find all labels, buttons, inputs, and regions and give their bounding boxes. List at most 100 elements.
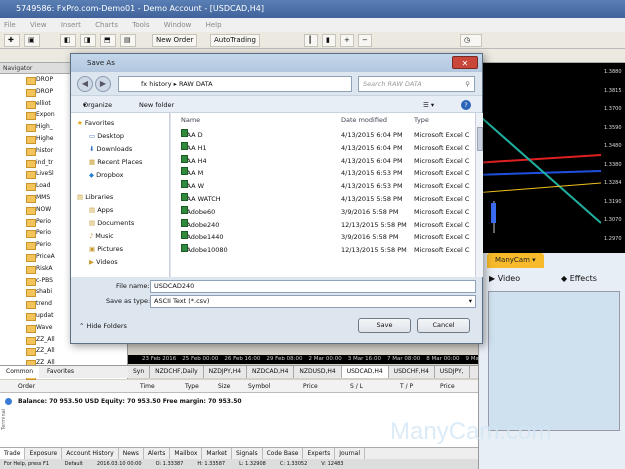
help-icon[interactable]: ? [461,100,471,110]
col-tp[interactable]: T / P [400,380,413,393]
breadcrumb-folder-2[interactable]: RAW DATA [179,80,213,88]
effects-tab[interactable]: ◆ Effects [561,270,597,288]
file-row[interactable]: #Adobe60 3/9/2016 5:58 PM Microsoft Excel … [171,205,471,219]
col-sl[interactable]: S / L [350,380,363,393]
symbol-tab[interactable]: NZDJPY,H4 [204,366,248,378]
menu-view[interactable]: View [30,21,47,29]
tree-favorites[interactable]: ★ Favorites [77,119,114,127]
col-order[interactable]: Order [18,380,35,393]
tree-apps[interactable]: ▤ Apps [89,206,113,214]
col-time[interactable]: Time [140,380,155,393]
tree-music[interactable]: ♪ Music [89,232,114,240]
address-bar[interactable]: fx history ▸ RAW DATA [118,76,352,92]
zoom-in-icon[interactable]: + [340,34,354,47]
video-tab[interactable]: ▶ Video [489,270,520,288]
symbol-tab[interactable]: NZDCHF,Daily [150,366,204,378]
col-name[interactable]: Name [181,113,200,127]
file-row[interactable]: #Adobe1440 3/9/2016 5:58 PM Microsoft Exce… [171,231,471,244]
file-row[interactable]: #AA D 4/13/2015 6:04 PM Microsoft Excel C [171,129,471,142]
menu-help[interactable]: Help [206,21,222,29]
market-watch-icon[interactable]: ◧ [60,34,76,47]
new-chart-icon[interactable]: ✚ [4,34,20,47]
breadcrumb-folder-1[interactable]: fx history [141,80,172,88]
navigator-icon[interactable]: ⬒ [100,34,116,47]
tree-pictures[interactable]: ▣ Pictures [89,245,123,253]
terminal-tab[interactable]: News [119,448,144,459]
terminal-tab[interactable]: Journal [335,448,366,459]
file-row[interactable]: #AA H4 4/13/2015 6:04 PM Microsoft Excel C [171,154,471,168]
col-type[interactable]: Type [185,380,199,393]
symbol-tab[interactable]: USDCAD,H4 [341,366,389,378]
navigator-item[interactable]: ZZ_All [0,345,127,357]
bar-chart-icon[interactable]: ┃ [304,34,318,47]
organize-button[interactable]: Organize ▾ [83,96,112,114]
save-as-type-select[interactable]: ASCII Text (*.csv) ▾ [150,295,476,308]
menu-charts[interactable]: Charts [95,21,118,29]
star-icon: ★ [77,119,83,127]
tab-favorites[interactable]: Favorites [41,366,80,378]
col-size[interactable]: Size [218,380,230,393]
candlestick-icon[interactable]: ▮ [322,34,336,47]
tab-common[interactable]: Common [0,366,40,378]
forward-button[interactable]: ▶ [95,76,111,92]
file-row[interactable]: #AA M 4/13/2015 6:53 PM Microsoft Excel C [171,167,471,180]
save-button[interactable]: Save [358,318,411,333]
menu-tools[interactable]: Tools [132,21,149,29]
tree-libraries[interactable]: ▤ Libraries [77,193,113,201]
menu-file[interactable]: File [4,21,16,29]
command-bar: Organize ▾ New folder ☰ ▾ ? [71,95,482,113]
profiles-icon[interactable]: ▣ [24,34,40,47]
terminal-icon[interactable]: ▤ [120,34,136,47]
col-symbol[interactable]: Symbol [248,380,270,393]
terminal-tab[interactable]: Experts [303,448,336,459]
col-price-2[interactable]: Price [440,380,455,393]
tree-recent-places[interactable]: ▦ Recent Places [89,158,142,166]
downloads-label: Downloads [96,145,133,153]
periods-icon[interactable]: ◷ [460,34,482,47]
menu-window[interactable]: Window [164,21,192,29]
terminal-tab[interactable]: Market [202,448,233,459]
file-row[interactable]: #Adobe240 12/13/2015 5:58 PM Microsoft Exc… [171,218,471,232]
tree-dropbox[interactable]: ◆ Dropbox [89,171,123,179]
symbol-tab[interactable]: NZDUSD,H4 [294,366,342,378]
file-row[interactable]: #AA W 4/13/2015 6:53 PM Microsoft Excel C [171,180,471,193]
terminal-tab[interactable]: Trade [0,448,26,459]
autotrading-button[interactable]: AutoTrading [210,34,260,47]
file-list-scrollbar[interactable] [475,113,483,277]
new-folder-button[interactable]: New folder [139,96,174,114]
manycam-tab[interactable]: ManyCam ▾ [487,253,544,268]
search-input[interactable]: Search RAW DATA ⚲ [358,76,475,92]
tree-desktop[interactable]: ▭ Desktop [89,132,124,140]
close-button[interactable]: ✕ [452,56,478,69]
main-toolbar: ✚ ▣ ◧ ◨ ⬒ ▤ New Order AutoTrading ┃ ▮ + … [0,32,625,49]
file-row[interactable]: #AA WATCH 4/13/2015 5:58 PM Microsoft Exce… [171,193,471,206]
file-row[interactable]: #Adobe10080 12/13/2015 5:58 PM Microsoft E… [171,244,471,257]
col-date-modified[interactable]: Date modified [341,113,387,127]
symbol-tab[interactable]: USDCHF,H4 [389,366,435,378]
new-order-button[interactable]: New Order [152,34,198,47]
terminal-tab[interactable]: Exposure [25,448,63,459]
symbol-tab[interactable]: Syn [128,366,151,378]
tree-videos[interactable]: ▶ Videos [89,258,118,266]
terminal-tab[interactable]: Alerts [144,448,171,459]
menu-insert[interactable]: Insert [61,21,81,29]
view-options-icon[interactable]: ☰ ▾ [423,96,434,114]
symbol-tab[interactable]: NZDCAD,H4 [247,366,295,378]
terminal-tab[interactable]: Code Base [263,448,304,459]
back-button[interactable]: ◀ [77,76,93,92]
symbol-tab[interactable]: USDJPY, [435,366,470,378]
cancel-button[interactable]: Cancel [417,318,470,333]
terminal-tab[interactable]: Account History [62,448,119,459]
col-price[interactable]: Price [303,380,318,393]
terminal-tab[interactable]: Mailbox [170,448,203,459]
hide-folders-button[interactable]: ⌃ Hide Folders [79,322,127,330]
terminal-tab[interactable]: Signals [232,448,263,459]
scroll-thumb[interactable] [477,127,483,151]
data-window-icon[interactable]: ◨ [80,34,96,47]
zoom-out-icon[interactable]: − [358,34,372,47]
file-row[interactable]: #AA H1 4/13/2015 6:04 PM Microsoft Excel C [171,141,471,155]
tree-downloads[interactable]: ⬇ Downloads [89,145,132,153]
col-type[interactable]: Type [414,113,429,127]
tree-documents[interactable]: ▤ Documents [89,219,134,227]
file-name-input[interactable]: USDCAD240 [150,280,476,293]
